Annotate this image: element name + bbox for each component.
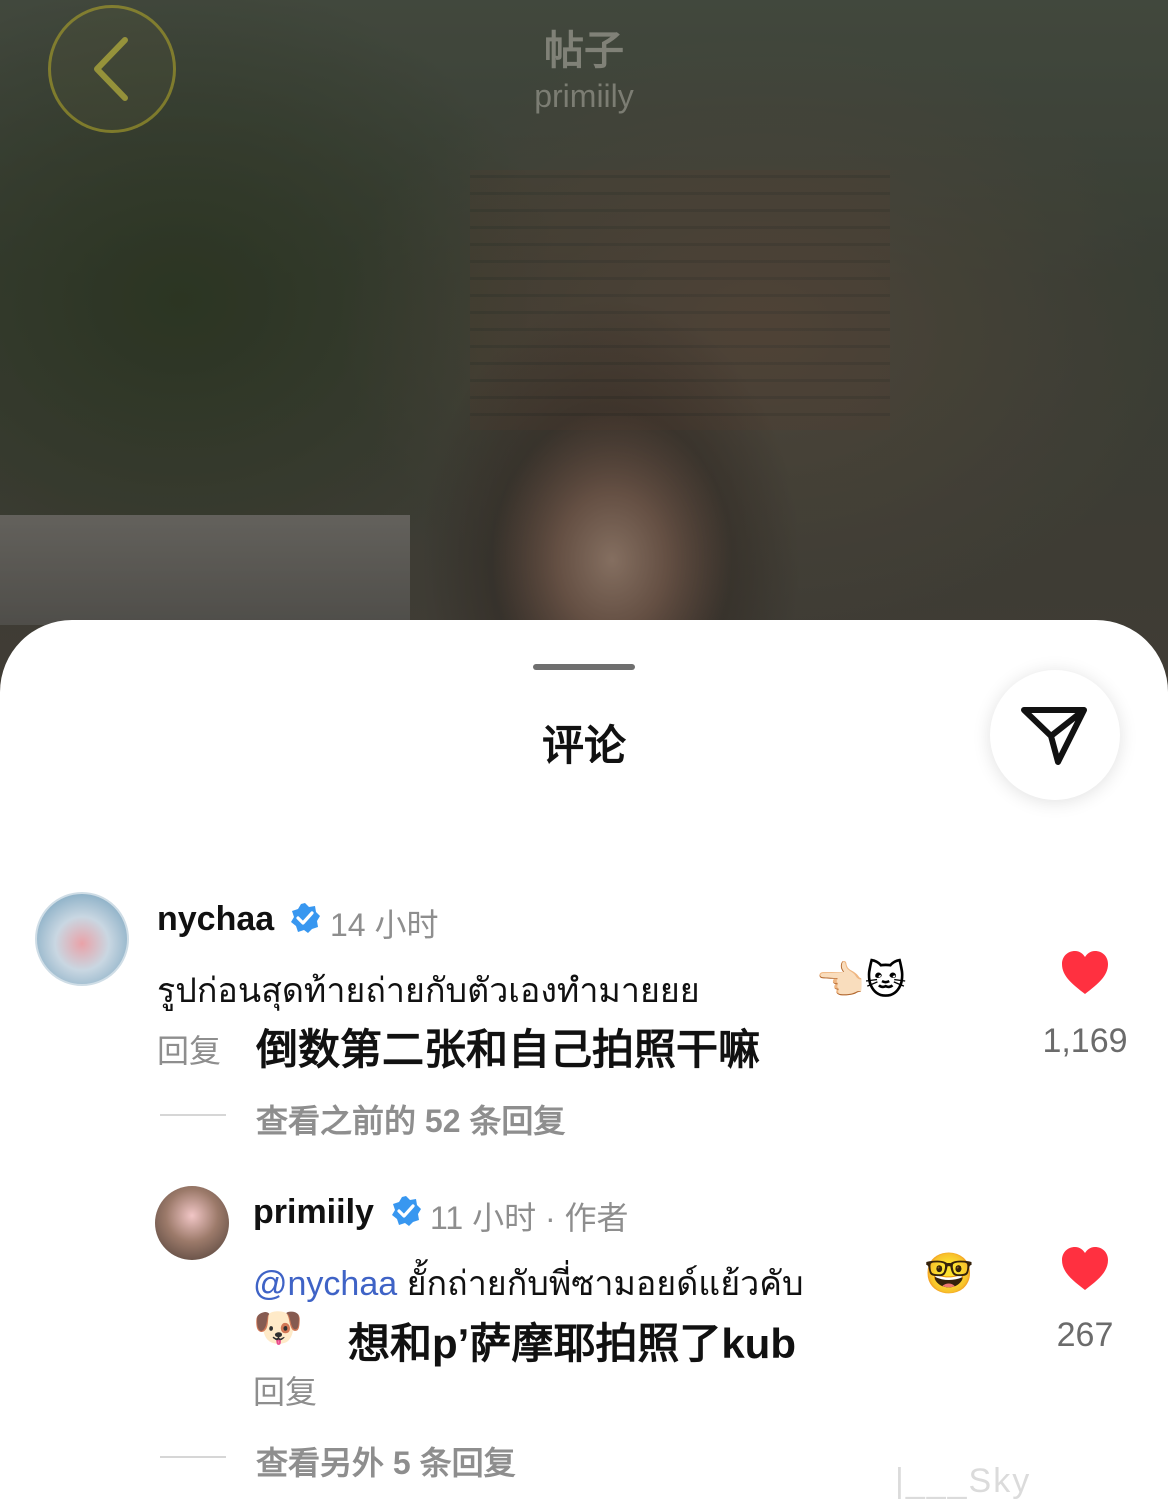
view-replies-button[interactable]: 查看之前的 52 条回复 — [256, 1096, 565, 1142]
comment-text: รูปก่อนสุดท้ายถ่ายกับตัวเองทำมายยย — [157, 972, 700, 1010]
page-subtitle: primiily — [534, 78, 634, 114]
view-replies-button[interactable]: 查看另外 5 条回复 — [256, 1438, 516, 1484]
divider-line — [160, 1456, 226, 1458]
mention-link[interactable]: @nychaa — [253, 1265, 397, 1303]
reply-button[interactable]: 回复 — [157, 1026, 221, 1072]
comment-text: @nychaa ยั้กถ่ายกับพี่ซามอยด์แย้วคับ — [253, 1256, 804, 1310]
comment-username[interactable]: primiily — [253, 1193, 374, 1232]
avatar[interactable] — [35, 892, 129, 986]
watermark: |___Sky — [895, 1462, 1032, 1500]
translation-caption: 倒数第二张和自己拍照干嘛 — [256, 1026, 761, 1073]
heart-icon[interactable] — [1060, 1246, 1110, 1292]
comments-sheet: 评论 nychaa 14 小时 รูปก่อนสุดท้ายถ่ายกับตัว… — [0, 620, 1168, 1503]
comment-username[interactable]: nychaa — [157, 900, 274, 939]
send-icon — [1021, 707, 1087, 765]
verified-badge-icon — [392, 1196, 421, 1226]
reply-button[interactable]: 回复 — [253, 1367, 317, 1413]
sheet-drag-handle[interactable] — [533, 664, 635, 670]
comment-emojis: 👈🏻🐱 — [815, 959, 907, 1003]
comment-time: 11 小时 · 作者 — [430, 1200, 629, 1236]
like-count: 1,169 — [1042, 1022, 1128, 1060]
divider-line — [160, 1114, 226, 1116]
comment-body: ยั้กถ่ายกับพี่ซามอยด์แย้วคับ — [397, 1265, 804, 1303]
comment-emoji-start: 🐶 — [253, 1306, 303, 1350]
avatar[interactable] — [155, 1186, 229, 1260]
verified-badge-icon — [291, 903, 320, 933]
page-title: 帖子 — [544, 29, 624, 73]
heart-icon[interactable] — [1060, 950, 1110, 996]
comment-time: 14 小时 — [330, 907, 439, 943]
comment-emoji-end: 🤓 — [924, 1252, 974, 1296]
translation-caption: 想和p’萨摩耶拍照了kub — [348, 1320, 796, 1367]
like-count: 267 — [1056, 1316, 1114, 1354]
share-button[interactable] — [990, 670, 1120, 800]
